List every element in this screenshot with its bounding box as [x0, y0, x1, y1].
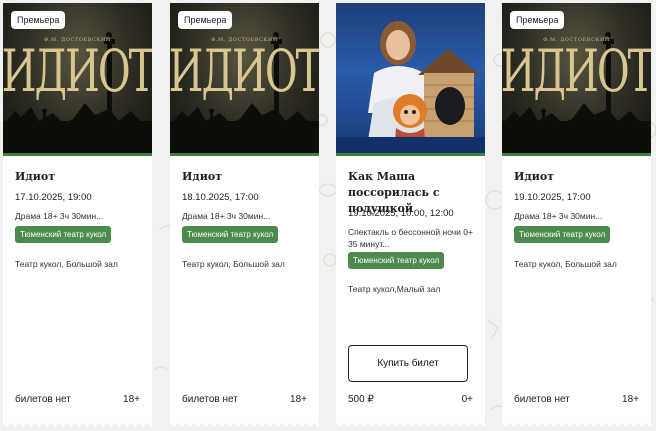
poster-image[interactable] [336, 3, 485, 153]
poster-title: ИДИОТ [170, 37, 319, 105]
poster-image[interactable]: Ф.М. ДОСТОЕВСКИЙ ИДИОТ Премьера [3, 3, 152, 153]
age-rating: 18+ [290, 394, 307, 405]
event-hall: Театр кукол, Большой зал [15, 259, 118, 269]
event-card[interactable]: Ф.М. ДОСТОЕВСКИЙ ИДИОТ Премьера Идиот 18… [170, 3, 319, 427]
theatre-tag[interactable]: Тюменский театр кукол [182, 226, 279, 243]
event-datetime: 18.10.2025, 17:00 [182, 192, 259, 203]
premiere-badge: Премьера [510, 11, 565, 29]
poster-title: ИДИОТ [3, 37, 152, 105]
age-rating: 18+ [622, 394, 639, 405]
ticket-status: билетов нет [514, 394, 570, 405]
premiere-badge: Премьера [11, 11, 66, 29]
ticket-status: билетов нет [15, 394, 71, 405]
event-datetime: 17.10.2025, 19:00 [15, 192, 92, 203]
event-title[interactable]: Идиот [15, 169, 145, 185]
event-genre: Драма 18+ 3ч 30мин... [15, 211, 104, 221]
event-datetime: 19.10.2025, 17:00 [514, 192, 591, 203]
event-genre: Драма 18+ 3ч 30мин... [182, 211, 271, 221]
event-hall: Театр кукол, Большой зал [514, 259, 617, 269]
age-rating: 18+ [123, 394, 140, 405]
event-card[interactable]: Ф.М. ДОСТОЕВСКИЙ ИДИОТ Премьера Идиот 17… [3, 3, 152, 427]
theatre-tag[interactable]: Тюменский театр кукол [348, 252, 445, 269]
divider [170, 153, 319, 156]
divider [502, 153, 651, 156]
buy-ticket-button[interactable]: Купить билет [348, 345, 468, 382]
premiere-badge: Премьера [178, 11, 233, 29]
ticket-status: билетов нет [182, 394, 238, 405]
theatre-tag[interactable]: Тюменский театр кукол [15, 226, 112, 243]
event-title[interactable]: Идиот [182, 169, 312, 185]
event-genre: Драма 18+ 3ч 30мин... [514, 211, 603, 221]
poster-image[interactable]: Ф.М. ДОСТОЕВСКИЙ ИДИОТ Премьера [170, 3, 319, 153]
puppet-photo [336, 21, 485, 153]
event-hall: Театр кукол, Большой зал [182, 259, 285, 269]
event-card[interactable]: Ф.М. ДОСТОЕВСКИЙ ИДИОТ Премьера Идиот 19… [502, 3, 651, 427]
poster-title: ИДИОТ [502, 37, 651, 105]
event-title[interactable]: Идиот [514, 169, 644, 185]
event-hall: Театр кукол,Малый зал [348, 284, 441, 294]
theatre-tag[interactable]: Тюменский театр кукол [514, 226, 611, 243]
event-datetime: 19.10.2025, 10:00, 12:00 [348, 208, 454, 219]
poster-image[interactable]: Ф.М. ДОСТОЕВСКИЙ ИДИОТ Премьера [502, 3, 651, 153]
divider [3, 153, 152, 156]
ticket-price: 500 ₽ [348, 394, 374, 405]
event-card[interactable]: Как Маша поссорилась с подушкой 19.10.20… [336, 3, 485, 427]
event-genre: Спектакль о бессонной ночи 0+ 35 минут..… [348, 227, 473, 249]
age-rating: 0+ [461, 394, 473, 405]
divider [336, 153, 485, 156]
